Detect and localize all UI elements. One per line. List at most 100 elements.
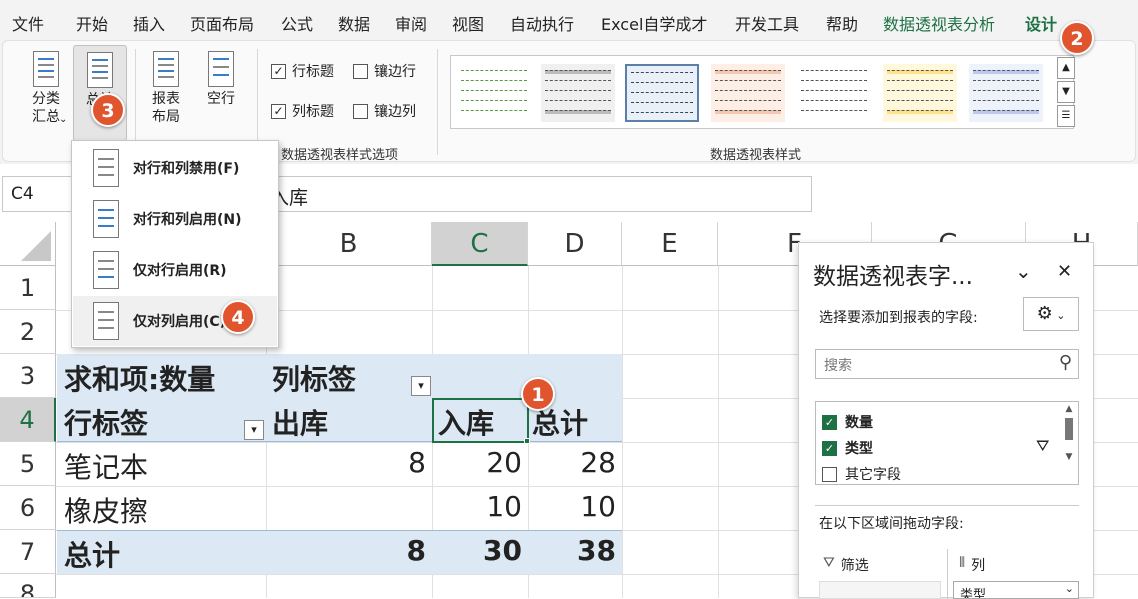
row-header-2[interactable]: 2 (0, 310, 56, 354)
pivot-style-option[interactable] (711, 64, 785, 122)
pivot-cell: 10 (580, 490, 616, 523)
close-icon[interactable]: ✕ (1057, 261, 1072, 282)
field-list: ✓ 数量 ✓ 类型 ⛛ 其它字段 ▲ ▼ (815, 401, 1079, 485)
pivot-style-option-selected[interactable] (625, 64, 699, 122)
filter-drop-area[interactable] (819, 581, 941, 599)
checkbox-checked: ✓ (271, 63, 286, 79)
pivot-total-cell: 8 (406, 534, 426, 567)
tab-page-layout[interactable]: 页面布局 (190, 11, 254, 35)
settings-button[interactable]: ⚙ ⌄ (1023, 297, 1079, 331)
pivot-col-header-in: 入库 (438, 407, 495, 440)
field-item-other[interactable]: 其它字段 (822, 464, 901, 484)
banded-columns-checkbox[interactable]: 镶边列 (353, 101, 416, 121)
search-icon: ⚲ (1058, 352, 1072, 373)
pivot-grand-total-label: 总计 (64, 539, 121, 572)
menu-item-on-rows-only[interactable]: 仅对行启用(R) (73, 245, 277, 295)
tab-insert[interactable]: 插入 (133, 11, 165, 35)
row-headers-checkbox[interactable]: ✓ 行标题 (271, 61, 334, 81)
pivot-style-option[interactable] (969, 64, 1043, 122)
tab-help[interactable]: 帮助 (826, 11, 858, 35)
step-badge-2: 2 (1060, 21, 1094, 55)
blank-rows-button[interactable]: 空行 (199, 51, 243, 108)
tab-developer[interactable]: 开发工具 (735, 11, 799, 35)
gallery-scroll-up-icon[interactable]: ▲ (1057, 57, 1075, 79)
tab-pivot-analyze[interactable]: 数据透视表分析 (883, 11, 995, 35)
divider (437, 49, 438, 155)
checkbox-checked: ✓ (822, 414, 837, 430)
tab-excel-self-study[interactable]: Excel自学成才 (601, 11, 707, 35)
pivot-field-list-pane: 数据透视表字... ⌄ ✕ 选择要添加到报表的字段: ⚙ ⌄ 搜索 ⚲ ✓ 数量… (798, 242, 1094, 599)
checkbox-unchecked (353, 103, 368, 119)
pivot-row-labels: 行标签 (64, 407, 149, 440)
subtotals-button[interactable]: 分类汇总 ⌄ (19, 51, 73, 126)
field-label: 数量 (845, 415, 873, 431)
field-item-type[interactable]: ✓ 类型 (822, 438, 873, 458)
tab-review[interactable]: 审阅 (395, 11, 427, 35)
menu-item-label: 对行和列启用(N) (133, 212, 242, 228)
column-header-e[interactable]: E (622, 222, 718, 266)
pivot-col-header-out: 出库 (272, 407, 329, 440)
pivot-style-option[interactable] (797, 64, 871, 122)
banded-columns-label: 镶边列 (374, 104, 416, 120)
style-options-group-label: 数据透视表样式选项 (281, 148, 399, 163)
menu-item-icon (93, 200, 119, 238)
tab-formulas[interactable]: 公式 (281, 11, 313, 35)
pivot-column-labels: 列标签 (272, 363, 357, 396)
pivot-value-label: 求和项:数量 (64, 363, 216, 396)
pivot-style-option[interactable] (541, 64, 615, 122)
subtotal-icon (33, 51, 59, 87)
column-headers-checkbox[interactable]: ✓ 列标题 (271, 101, 334, 121)
row-header-6[interactable]: 6 (0, 486, 56, 530)
menu-item-icon (93, 149, 119, 187)
name-box[interactable]: C4 (2, 176, 72, 212)
tab-design[interactable]: 设计 (1025, 11, 1058, 43)
pane-title: 数据透视表字... (813, 264, 973, 290)
row-header-1[interactable]: 1 (0, 266, 56, 310)
filter-icon: ⛛ (823, 555, 835, 571)
column-header-d[interactable]: D (528, 222, 622, 266)
row-header-8[interactable]: 8 (0, 574, 56, 598)
report-layout-button[interactable]: 报表布局 (141, 51, 191, 126)
column-header-c[interactable]: C (432, 222, 528, 266)
field-search-box[interactable]: 搜索 ⚲ (815, 349, 1079, 379)
banded-rows-checkbox[interactable]: 镶边行 (353, 61, 416, 81)
chevron-down-icon[interactable]: ⌄ (1015, 259, 1032, 283)
tab-automate[interactable]: 自动执行 (510, 11, 574, 35)
blank-rows-icon (208, 51, 234, 87)
row-header-7[interactable]: 7 (0, 530, 56, 574)
step-badge-3: 3 (91, 93, 125, 127)
fill-handle[interactable] (524, 438, 530, 444)
tab-home[interactable]: 开始 (76, 11, 108, 35)
column-header-b[interactable]: B (266, 222, 432, 266)
checkbox-unchecked (822, 466, 837, 482)
tab-data[interactable]: 数据 (338, 11, 370, 35)
field-item-quantity[interactable]: ✓ 数量 (822, 412, 873, 432)
pivot-style-option[interactable] (883, 64, 957, 122)
row-filter-dropdown-icon[interactable]: ▾ (244, 420, 264, 440)
menu-item-off-rows-columns[interactable]: 对行和列禁用(F) (73, 143, 277, 193)
gallery-scroll-down-icon[interactable]: ▼ (1057, 81, 1075, 103)
select-all-corner[interactable] (0, 222, 56, 266)
columns-area-header: ⦀ 列 (959, 555, 985, 575)
tab-file[interactable]: 文件 (12, 11, 44, 35)
columns-field-value: 类型 (960, 588, 987, 599)
filter-dropdown-icon[interactable]: ▾ (411, 376, 431, 396)
column-headers-label: 列标题 (292, 104, 334, 120)
menu-item-icon (93, 251, 119, 289)
columns-field-chip[interactable]: 类型 ⌄ (953, 581, 1079, 599)
choose-fields-label: 选择要添加到报表的字段: (819, 310, 978, 326)
row-header-3[interactable]: 3 (0, 354, 56, 398)
pivot-total-cell: 30 (483, 534, 522, 567)
field-list-scrollbar[interactable]: ▲ ▼ (1062, 404, 1076, 482)
gallery-more-icon[interactable]: ☰ (1057, 105, 1075, 127)
row-header-4[interactable]: 4 (0, 398, 56, 442)
pivot-style-option[interactable] (457, 64, 531, 122)
menu-item-label: 仅对列启用(C) (133, 314, 227, 330)
row-header-5[interactable]: 5 (0, 442, 56, 486)
grand-totals-button[interactable]: 总计 (73, 45, 127, 141)
pivot-cell: 10 (486, 490, 522, 523)
menu-item-on-rows-columns[interactable]: 对行和列启用(N) (73, 194, 277, 244)
tab-view[interactable]: 视图 (452, 11, 484, 35)
pivot-cell: 28 (580, 446, 616, 479)
filter-area-label: 筛选 (840, 558, 869, 574)
